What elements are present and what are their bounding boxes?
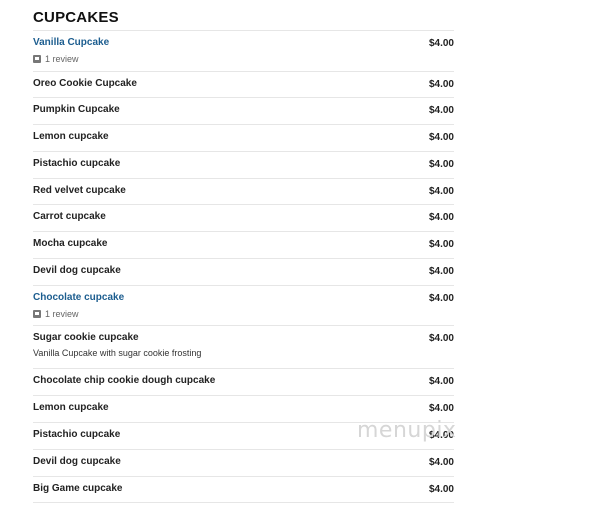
review-icon xyxy=(33,55,41,63)
menu-item-name: Big Game cupcake xyxy=(33,482,123,494)
review-count: 1 review xyxy=(45,308,79,319)
menu-item-price: $4.00 xyxy=(428,376,454,388)
menu-item-price: $4.00 xyxy=(428,456,454,468)
menu-item: Oreo Cookie Cupcake $4.00 xyxy=(33,72,454,99)
review-count-link[interactable]: 1 review xyxy=(33,309,79,319)
menu-item: Devil dog cupcake $4.00 xyxy=(33,450,454,477)
menu-item-price: $4.00 xyxy=(428,483,454,495)
menu-item-name: Oreo Cookie Cupcake xyxy=(33,77,137,89)
menu-item-price: $4.00 xyxy=(428,38,454,49)
menu-item-price: $4.00 xyxy=(428,185,454,197)
menu-item[interactable]: Vanilla Cupcake $4.00 1 review xyxy=(33,31,454,72)
menu-item-name: Lemon cupcake xyxy=(33,131,109,143)
menu-item-price: $4.00 xyxy=(428,212,454,224)
menu-item: Red velvet cupcake $4.00 xyxy=(33,179,454,206)
menu-item: Pumpkin Cupcake $4.00 xyxy=(33,98,454,126)
menu-item: Big Game cupcake $4.00 xyxy=(33,477,454,504)
section-title: CUPCAKES xyxy=(33,9,119,26)
menu-item: Sugar cookie cupcake $4.00 Vanilla Cupcake… xyxy=(33,326,454,370)
menu-item-description: Vanilla Cupcake with sugar cookie frosti… xyxy=(33,348,202,359)
menu-item-name: Pistachio cupcake xyxy=(33,157,121,169)
menu-item-name: Lemon cupcake xyxy=(33,402,109,414)
menu-item: Lemon cupcake $4.00 xyxy=(33,125,454,152)
menu-item-price: $4.00 xyxy=(428,266,454,278)
menu-item-price: $4.00 xyxy=(428,292,454,304)
menu-item-name: Red velvet cupcake xyxy=(33,184,126,196)
watermark: menupix xyxy=(357,418,457,443)
menu-item: Chocolate chip cookie dough cupcake $4.00 xyxy=(33,369,454,397)
menu-item: Pistachio cupcake $4.00 xyxy=(33,152,454,179)
menu-item: Carrot cupcake $4.00 xyxy=(33,205,454,233)
menu-item-name: Pistachio cupcake xyxy=(33,428,121,440)
menu-item-name: Sugar cookie cupcake xyxy=(33,332,139,344)
review-count: 1 review xyxy=(45,54,79,64)
review-icon xyxy=(33,309,41,318)
menu-item-price: $4.00 xyxy=(428,333,454,345)
menu-item: Mocha cupcake $4.00 xyxy=(33,232,454,260)
menu-item-name: Carrot cupcake xyxy=(33,211,106,223)
review-count-link[interactable]: 1 review xyxy=(33,54,79,64)
menu-item-name: Pumpkin Cupcake xyxy=(33,104,120,116)
menu-item: Devil dog cupcake $4.00 xyxy=(33,259,454,286)
menu-item-price: $4.00 xyxy=(428,105,454,117)
menu-item-price: $4.00 xyxy=(428,239,454,251)
menu-item-name: Mocha cupcake xyxy=(33,238,108,250)
menu-item-link[interactable]: Vanilla Cupcake xyxy=(33,37,109,48)
menu-item-name: Chocolate chip cookie dough cupcake xyxy=(33,375,216,387)
menu-item[interactable]: Chocolate cupcake $4.00 1 review xyxy=(33,286,454,327)
menu-item-name: Devil dog cupcake xyxy=(33,265,121,277)
menu-item-price: $4.00 xyxy=(428,403,454,415)
menu-item-link[interactable]: Chocolate cupcake xyxy=(33,292,124,303)
menu-item-price: $4.00 xyxy=(428,158,454,170)
menu-item-name: Devil dog cupcake xyxy=(33,455,121,467)
menu-item-price: $4.00 xyxy=(428,132,454,144)
menu-item-price: $4.00 xyxy=(428,78,454,90)
